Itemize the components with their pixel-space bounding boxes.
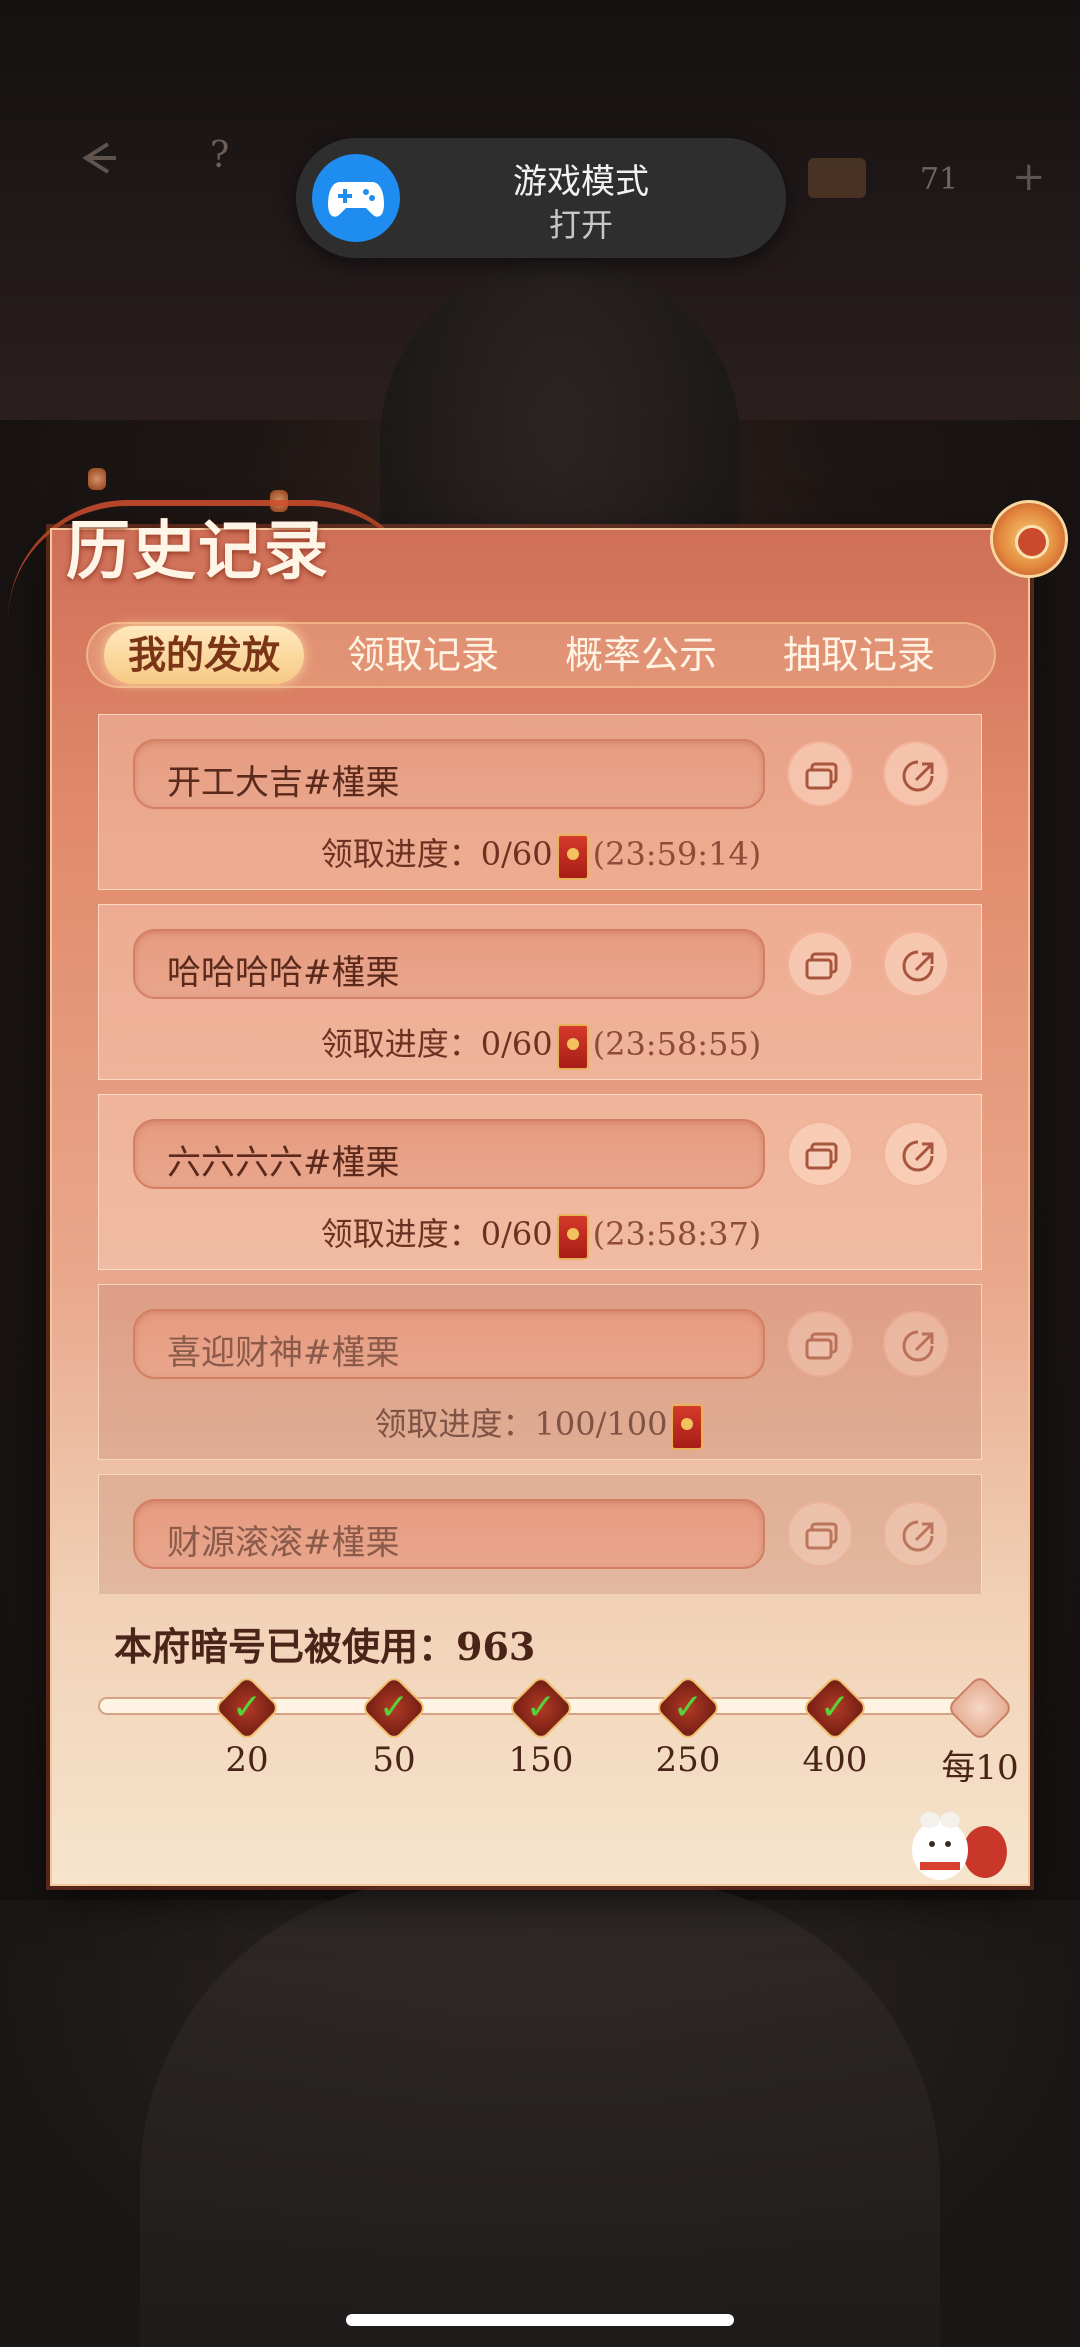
- code-text: 哈哈哈哈#槿栗: [167, 953, 400, 993]
- mascot-icon: [912, 1812, 1007, 1880]
- record-card: 开工大吉#槿栗 领取进度：0/60 (23:59:14): [98, 714, 982, 890]
- share-button[interactable]: [883, 931, 949, 997]
- check-icon: ✓: [231, 1687, 263, 1728]
- share-icon: [902, 1520, 934, 1552]
- record-card: 财源滚滚#槿栗: [98, 1474, 982, 1594]
- progress-label: 领取进度：: [320, 1215, 481, 1253]
- code-text: 六六六六#槿栗: [167, 1143, 400, 1183]
- claim-progress: 领取进度：0/60 (23:59:14): [99, 829, 982, 880]
- milestone-label: 50: [372, 1740, 416, 1780]
- milestone-label: 每10: [941, 1748, 1019, 1788]
- claim-progress: 领取进度：0/60 (23:58:37): [99, 1209, 982, 1260]
- notification-title: 游戏模式: [513, 162, 649, 202]
- share-icon: [902, 1140, 934, 1172]
- home-indicator[interactable]: [346, 2314, 734, 2326]
- gamepad-icon: [312, 154, 400, 242]
- milestone-label: 150: [508, 1740, 574, 1780]
- share-button[interactable]: [883, 1501, 949, 1567]
- copy-icon: [805, 1142, 838, 1170]
- claim-progress: 领取进度：0/60 (23:58:55): [99, 1019, 982, 1070]
- code-text: 开工大吉#槿栗: [167, 763, 400, 803]
- tab-probability[interactable]: 概率公示: [546, 626, 736, 684]
- check-icon: ✓: [378, 1687, 410, 1728]
- copy-button[interactable]: [787, 1501, 853, 1567]
- progress-value: 0/60: [480, 1025, 553, 1063]
- tab-claim-records[interactable]: 领取记录: [328, 626, 518, 684]
- notification-subtitle: 打开: [548, 206, 613, 244]
- copy-button[interactable]: [787, 1121, 853, 1187]
- code-text: 喜迎财神#槿栗: [167, 1333, 400, 1373]
- code-field: 六六六六#槿栗: [133, 1119, 765, 1189]
- tab-draw-records[interactable]: 抽取记录: [764, 626, 954, 684]
- record-card: 哈哈哈哈#槿栗 领取进度：0/60 (23:58:55): [98, 904, 982, 1080]
- tab-my-issued[interactable]: 我的发放: [104, 626, 304, 684]
- code-field: 喜迎财神#槿栗: [133, 1309, 765, 1379]
- code-field: 财源滚滚#槿栗: [133, 1499, 765, 1569]
- copy-icon: [805, 762, 838, 790]
- share-icon: [902, 950, 934, 982]
- currency-count: 71: [920, 162, 959, 197]
- copy-button[interactable]: [787, 1311, 853, 1377]
- share-button[interactable]: [883, 741, 949, 807]
- code-field: 哈哈哈哈#槿栗: [133, 929, 765, 999]
- record-card: 喜迎财神#槿栗 领取进度：100/100: [98, 1284, 982, 1460]
- background-character-robe: [140, 1880, 940, 2347]
- progress-value: 100/100: [534, 1405, 668, 1443]
- red-envelope-icon: [671, 1403, 704, 1450]
- milestone-label: 20: [225, 1740, 269, 1780]
- share-icon: [902, 760, 934, 792]
- add-currency-button[interactable]: +: [1012, 154, 1046, 200]
- game-mode-notification[interactable]: 游戏模式 打开: [296, 138, 786, 258]
- red-envelope-icon: [556, 1023, 589, 1070]
- tab-bar: 我的发放 领取记录 概率公示 抽取记录: [86, 622, 996, 688]
- help-button[interactable]: ?: [210, 135, 229, 176]
- copy-icon: [805, 1522, 838, 1550]
- countdown-timer: (23:58:55): [592, 1025, 762, 1063]
- progress-value: 0/60: [480, 1215, 553, 1253]
- countdown-timer: (23:59:14): [592, 835, 762, 873]
- milestone-label: 400: [802, 1740, 868, 1780]
- progress-label: 领取进度：: [320, 835, 481, 873]
- code-text: 财源滚滚#槿栗: [167, 1523, 400, 1563]
- claim-progress: 领取进度：100/100: [99, 1399, 982, 1450]
- milestone-label: 250: [655, 1740, 721, 1780]
- record-list[interactable]: 开工大吉#槿栗 领取进度：0/60 (23:59:14) 哈哈哈哈#槿栗 领取进度…: [98, 714, 982, 1594]
- red-envelope-icon: [556, 833, 589, 880]
- progress-value: 0/60: [480, 835, 553, 873]
- check-icon: ✓: [672, 1687, 704, 1728]
- copy-button[interactable]: [787, 741, 853, 807]
- share-button[interactable]: [883, 1121, 949, 1187]
- code-field: 开工大吉#槿栗: [133, 739, 765, 809]
- code-used-count: 本府暗号已被使用：963: [114, 1624, 536, 1669]
- treasure-chest-icon: [808, 158, 866, 198]
- lantern-icon: [88, 468, 106, 490]
- copy-icon: [805, 1332, 838, 1360]
- copy-button[interactable]: [787, 931, 853, 997]
- progress-label: 领取进度：: [374, 1405, 535, 1443]
- copy-icon: [805, 952, 838, 980]
- progress-label: 领取进度：: [320, 1025, 481, 1063]
- countdown-timer: (23:58:37): [592, 1215, 762, 1253]
- panel-title: 历史记录: [66, 514, 330, 589]
- medallion-icon: [990, 500, 1068, 578]
- share-button[interactable]: [883, 1311, 949, 1377]
- check-icon: ✓: [525, 1687, 557, 1728]
- record-card: 六六六六#槿栗 领取进度：0/60 (23:58:37): [98, 1094, 982, 1270]
- check-icon: ✓: [819, 1687, 851, 1728]
- red-envelope-icon: [556, 1213, 589, 1260]
- share-icon: [902, 1330, 934, 1362]
- back-arrow-icon[interactable]: [78, 140, 118, 185]
